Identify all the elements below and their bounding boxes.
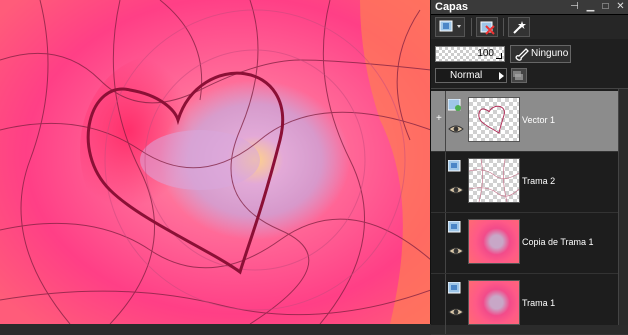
layer-lock-icon <box>513 71 523 80</box>
layer-row-trama-2[interactable]: Trama 2 <box>431 152 628 213</box>
properties-row: 100 Ninguno <box>431 42 628 66</box>
eye-icon[interactable] <box>448 246 464 256</box>
brush-icon <box>515 48 529 61</box>
canvas-artwork <box>0 0 431 324</box>
raster-layer-icon <box>448 221 461 233</box>
blend-mode-select[interactable]: Normal <box>435 68 507 83</box>
lock-transparency-button[interactable] <box>511 68 527 83</box>
raster-layer-icon <box>448 282 461 294</box>
layer-name: Trama 1 <box>522 298 556 308</box>
heart-thumbnail-icon <box>478 105 505 134</box>
resize-grip-icon <box>496 53 502 59</box>
new-layer-icon <box>439 20 461 32</box>
delete-layer-icon <box>480 21 495 35</box>
layer-gutter <box>445 274 446 334</box>
toolbar-separator <box>503 18 504 36</box>
layer-row-vector-1[interactable]: + Vector 1 <box>431 91 628 152</box>
panel-title: Capas <box>435 1 469 13</box>
expand-icon[interactable]: + <box>436 113 442 124</box>
raster-layer-icon <box>448 160 461 172</box>
eye-icon[interactable] <box>448 185 464 195</box>
toolbar-separator <box>471 18 472 36</box>
opacity-value: 100 <box>477 48 494 59</box>
chevron-right-icon <box>499 72 504 80</box>
layers-toolbar <box>431 15 628 39</box>
layer-row-trama-1[interactable]: Trama 1 <box>431 274 628 335</box>
panel-titlebar: Capas ⊣ ▁ □ ✕ <box>431 0 628 15</box>
effects-button[interactable] <box>508 17 530 37</box>
eye-icon[interactable] <box>448 307 464 317</box>
restore-icon[interactable]: □ <box>600 1 611 12</box>
layer-row-copia-de-trama-1[interactable]: Copia de Trama 1 <box>431 213 628 274</box>
pin-icon[interactable]: ⊣ <box>569 1 580 12</box>
blend-mode-value: Normal <box>450 70 483 81</box>
layer-thumbnail <box>468 158 520 203</box>
layer-thumbnail <box>468 219 520 264</box>
vector-layer-icon <box>448 99 461 111</box>
layers-panel: Capas ⊣ ▁ □ ✕ 100 Ninguno Normal + Vecto… <box>431 0 628 335</box>
mask-label: Ninguno <box>531 48 569 59</box>
layer-thumbnail <box>468 280 520 325</box>
delete-layer-button[interactable] <box>476 17 498 37</box>
layer-name: Vector 1 <box>522 115 556 125</box>
layers-list: + Vector 1 Trama 2 Copia de Trama 1 Tram… <box>431 88 628 335</box>
blend-row: Normal <box>431 66 628 86</box>
minimize-icon[interactable]: ▁ <box>585 1 596 12</box>
layer-thumbnail <box>468 97 520 142</box>
image-canvas[interactable] <box>0 0 431 324</box>
layer-gutter <box>445 152 446 212</box>
new-layer-button[interactable] <box>435 17 465 37</box>
layer-gutter <box>445 213 446 273</box>
lines-thumbnail-icon <box>469 159 519 202</box>
eye-icon[interactable] <box>448 124 464 134</box>
layer-gutter <box>445 91 446 151</box>
close-icon[interactable]: ✕ <box>615 1 626 12</box>
effects-icon <box>513 21 526 34</box>
opacity-field[interactable]: 100 <box>435 46 505 62</box>
mask-button[interactable]: Ninguno <box>510 45 571 63</box>
layer-name: Trama 2 <box>522 176 556 186</box>
layer-name: Copia de Trama 1 <box>522 237 594 247</box>
layers-scrollbar[interactable] <box>618 89 628 325</box>
